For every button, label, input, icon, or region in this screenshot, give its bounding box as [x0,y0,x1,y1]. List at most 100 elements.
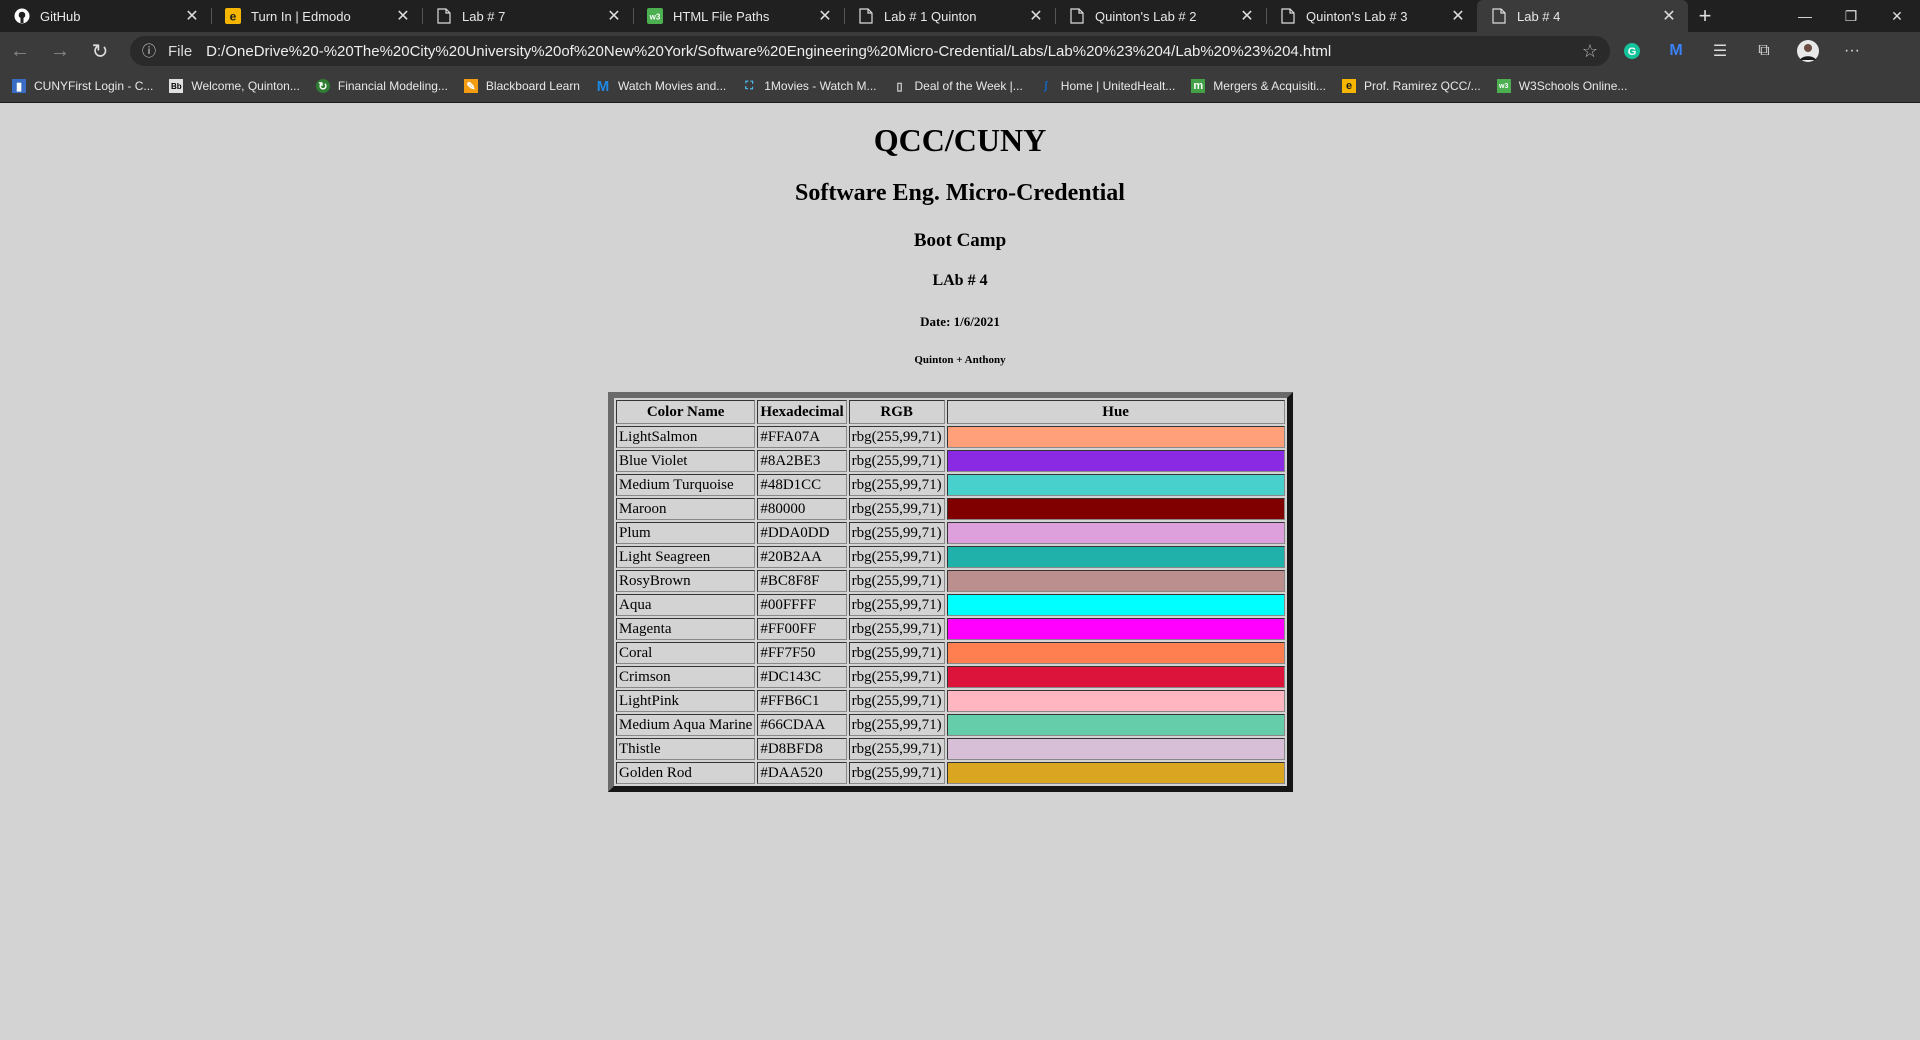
bookmark-item[interactable]: e Prof. Ramirez QCC/... [1342,79,1481,93]
close-window-button[interactable]: ✕ [1874,0,1920,32]
bookmark-item[interactable]: M Watch Movies and... [596,77,727,95]
bookmark-label: Watch Movies and... [617,79,727,93]
hexadecimal-cell: #DDA0DD [757,522,847,544]
bookmark-item[interactable]: Bb Welcome, Quinton... [169,79,300,93]
tab-lab-4[interactable]: Lab # 4 ✕ [1477,0,1688,32]
table-row: Light Seagreen #20B2AA rbg(255,99,71) [616,546,1285,568]
bookmark-item[interactable]: ▮ CUNYFirst Login - C... [12,79,153,93]
collections-icon[interactable]: ⧉ [1742,35,1786,67]
color-swatch [947,523,1284,543]
close-icon[interactable]: ✕ [394,6,412,26]
close-icon[interactable]: ✕ [605,6,623,26]
extension-m-icon[interactable]: M [1654,35,1698,67]
grammarly-icon[interactable]: G [1610,35,1654,67]
table-row: Medium Aqua Marine #66CDAA rbg(255,99,71) [616,714,1285,736]
color-name-cell: Medium Turquoise [616,474,756,496]
favorite-star-icon[interactable]: ☆ [1582,41,1598,62]
color-swatch [947,667,1284,687]
bookmark-icon: ∫ [1044,80,1048,92]
forward-button[interactable]: → [40,35,80,67]
hexadecimal-cell: #DC143C [757,666,847,688]
new-tab-button[interactable]: + [1688,0,1722,32]
color-table-wrapper: Color Name Hexadecimal RGB Hue LightSalm… [608,392,1293,792]
color-swatch [947,715,1284,735]
column-header-hue: Hue [946,400,1285,424]
hue-cell [946,450,1285,472]
rgb-cell: rbg(255,99,71) [848,546,945,568]
close-icon[interactable]: ✕ [816,6,834,26]
tab-lab-3[interactable]: Quinton's Lab # 3 ✕ [1266,0,1477,32]
info-icon[interactable]: ⓘ [142,41,162,61]
close-icon[interactable]: ✕ [1238,6,1256,26]
table-row: RosyBrown #BC8F8F rbg(255,99,71) [616,570,1285,592]
rgb-cell: rbg(255,99,71) [848,618,945,640]
hexadecimal-cell: #20B2AA [757,546,847,568]
edmodo-icon: e [1342,79,1356,93]
table-row: Coral #FF7F50 rbg(255,99,71) [616,642,1285,664]
bookmark-item[interactable]: ✎ Blackboard Learn [463,79,580,93]
favorites-list-icon[interactable]: ☰ [1698,35,1742,67]
hexadecimal-cell: #8A2BE3 [757,450,847,472]
back-button[interactable]: ← [0,35,40,67]
tab-lab-1[interactable]: Lab # 1 Quinton ✕ [844,0,1055,32]
page-content: QCC/CUNY Software Eng. Micro-Credential … [0,104,1920,1040]
color-swatch [947,739,1284,759]
color-swatch [947,451,1284,471]
hexadecimal-cell: #48D1CC [757,474,847,496]
color-swatch [947,475,1284,495]
color-swatch [947,619,1284,639]
file-icon [1491,8,1507,24]
bookmark-icon: M [596,77,610,95]
address-bar[interactable]: ⓘ File D:/OneDrive%20-%20The%20City%20Un… [130,36,1610,66]
close-icon[interactable]: ✕ [1027,6,1045,26]
page-heading-6: Quinton + Anthony [914,354,1006,366]
table-row: Golden Rod #DAA520 rbg(255,99,71) [616,762,1285,784]
rgb-cell: rbg(255,99,71) [848,666,945,688]
bookmark-item[interactable]: ▯ Deal of the Week |... [893,79,1022,93]
rgb-cell: rbg(255,99,71) [848,690,945,712]
w3schools-icon: w3 [1496,79,1511,93]
more-menu-icon[interactable]: ··· [1830,35,1874,67]
color-name-cell: Magenta [616,618,756,640]
color-name-cell: RosyBrown [616,570,756,592]
tab-github[interactable]: GitHub ✕ [0,0,211,32]
bookmark-item[interactable]: ∫ Home | UnitedHealt... [1039,79,1175,93]
svg-text:w3: w3 [649,13,661,22]
hexadecimal-cell: #66CDAA [757,714,847,736]
hue-cell [946,474,1285,496]
hexadecimal-cell: #DAA520 [757,762,847,784]
tab-html-file-paths[interactable]: w3 HTML File Paths ✕ [633,0,844,32]
bookmark-label: Mergers & Acquisiti... [1213,79,1326,93]
color-swatch [947,571,1284,591]
bookmark-label: Prof. Ramirez QCC/... [1364,79,1481,93]
file-icon [436,8,452,24]
color-name-cell: Maroon [616,498,756,520]
color-swatch [947,547,1284,567]
close-icon[interactable]: ✕ [1449,6,1467,26]
rgb-cell: rbg(255,99,71) [848,522,945,544]
bookmark-label: 1Movies - Watch M... [764,79,877,93]
restore-button[interactable]: ❐ [1828,0,1874,32]
bookmark-label: Blackboard Learn [485,79,580,93]
tab-edmodo[interactable]: e Turn In | Edmodo ✕ [211,0,422,32]
profile-avatar[interactable] [1786,35,1830,67]
color-table: Color Name Hexadecimal RGB Hue LightSalm… [608,392,1293,792]
bookmark-item[interactable]: w3 W3Schools Online... [1496,79,1627,93]
bookmark-label: CUNYFirst Login - C... [34,79,154,93]
close-icon[interactable]: ✕ [183,6,201,26]
rgb-cell: rbg(255,99,71) [848,498,945,520]
bookmark-item[interactable]: m Mergers & Acquisiti... [1191,79,1326,93]
tab-lab-7[interactable]: Lab # 7 ✕ [422,0,633,32]
table-row: Plum #DDA0DD rbg(255,99,71) [616,522,1285,544]
minimize-button[interactable]: — [1782,0,1828,32]
column-header-hexadecimal: Hexadecimal [757,400,847,424]
bookmarks-bar: ▮ CUNYFirst Login - C... Bb Welcome, Quint… [0,70,1920,103]
bookmark-item[interactable]: ⛶ 1Movies - Watch M... [742,79,876,93]
column-header-color-name: Color Name [616,400,756,424]
address-url[interactable]: D:/OneDrive%20-%20The%20City%20Universit… [206,43,1582,60]
close-icon[interactable]: ✕ [1660,6,1678,26]
tab-lab-2[interactable]: Quinton's Lab # 2 ✕ [1055,0,1266,32]
bookmark-item[interactable]: ↻ Financial Modeling... [315,79,448,93]
hue-cell [946,426,1285,448]
refresh-button[interactable]: ↻ [80,35,120,67]
